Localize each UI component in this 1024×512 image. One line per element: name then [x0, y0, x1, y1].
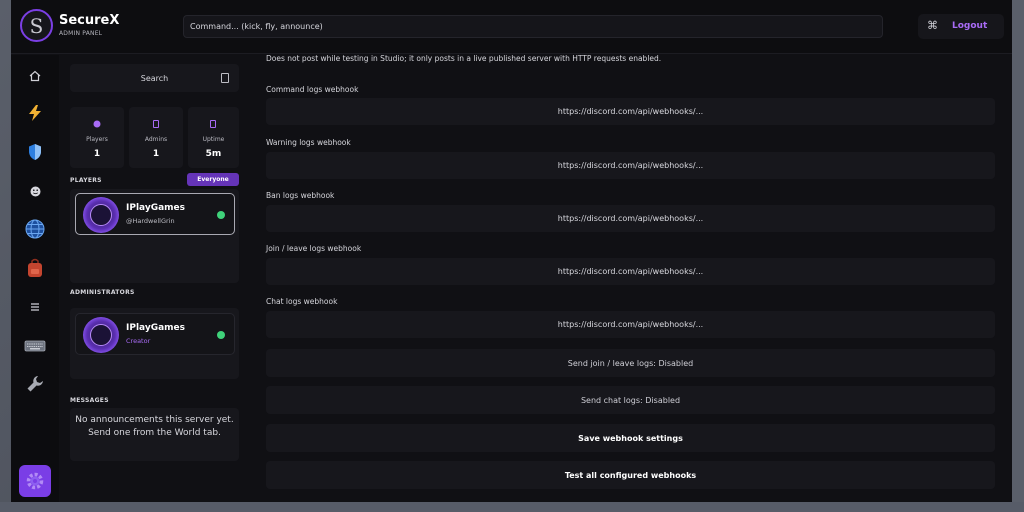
header-actions: ⌘ Logout	[918, 14, 1004, 39]
avatar	[83, 197, 119, 233]
backpack-icon[interactable]	[22, 255, 48, 281]
command-input[interactable]	[183, 15, 883, 38]
search-input[interactable]	[70, 64, 239, 92]
test-webhooks-button[interactable]: Test all configured webhooks	[266, 461, 995, 489]
smiley-icon[interactable]	[22, 178, 48, 204]
players-section-label: PLAYERS	[70, 177, 102, 184]
logo-icon: S	[20, 9, 53, 42]
home-icon[interactable]	[22, 63, 48, 89]
join-leave-logs-label: Join / leave logs webhook	[266, 244, 362, 253]
brand-subtitle: ADMIN PANEL	[59, 30, 103, 37]
admin-name: IPlayGames	[126, 323, 185, 333]
command-logs-webhook-input[interactable]	[266, 98, 995, 125]
lightning-icon[interactable]	[22, 100, 48, 126]
chat-logs-label: Chat logs webhook	[266, 297, 338, 306]
join-leave-logs-toggle[interactable]: Send join / leave logs: Disabled	[266, 349, 995, 377]
join-leave-logs-webhook-input[interactable]	[266, 258, 995, 285]
webhook-description: Does not post while testing in Studio; i…	[266, 54, 662, 63]
ban-logs-label: Ban logs webhook	[266, 191, 335, 200]
stat-value: 1	[93, 149, 101, 159]
background-scene	[1012, 0, 1024, 512]
stat-label: Players	[86, 136, 108, 143]
uptime-square-icon	[210, 120, 216, 128]
everyone-filter-button[interactable]: Everyone	[187, 173, 239, 186]
search-toggle-icon[interactable]	[221, 73, 229, 83]
player-name: IPlayGames	[126, 203, 185, 213]
messages-section-label: MESSAGES	[70, 397, 109, 404]
online-status-icon	[217, 331, 225, 339]
logout-button[interactable]: Logout	[952, 21, 987, 31]
admin-card[interactable]: IPlayGames Creator	[75, 313, 235, 355]
ban-logs-webhook-input[interactable]	[266, 205, 995, 232]
administrators-section-label: ADMINISTRATORS	[70, 289, 135, 296]
background-scene-bottom	[0, 502, 1024, 512]
admin-role: Creator	[126, 337, 151, 345]
chat-logs-webhook-input[interactable]	[266, 311, 995, 338]
stat-value: 5m	[205, 149, 222, 159]
players-dot-icon	[93, 120, 101, 128]
warning-logs-webhook-input[interactable]	[266, 152, 995, 179]
stat-admins: Admins 1	[129, 107, 183, 168]
stat-players: Players 1	[70, 107, 124, 168]
chat-logs-toggle[interactable]: Send chat logs: Disabled	[266, 386, 995, 414]
webhook-settings: Does not post while testing in Studio; i…	[266, 40, 996, 502]
online-status-icon	[217, 211, 225, 219]
list-icon[interactable]	[22, 294, 48, 320]
command-key-icon[interactable]: ⌘	[927, 19, 938, 32]
save-webhook-settings-button[interactable]: Save webhook settings	[266, 424, 995, 452]
stat-label: Admins	[144, 136, 168, 143]
player-card[interactable]: IPlayGames @HardwellGrin	[75, 193, 235, 235]
settings-gear-button[interactable]	[19, 465, 51, 497]
globe-icon[interactable]	[22, 216, 48, 242]
player-handle: @HardwellGrin	[126, 217, 175, 225]
sidebar-rail	[11, 55, 59, 502]
keyboard-icon[interactable]	[22, 333, 48, 359]
warning-logs-label: Warning logs webhook	[266, 138, 351, 147]
command-logs-label: Command logs webhook	[266, 85, 359, 94]
stat-uptime: Uptime 5m	[188, 107, 239, 168]
brand-title: SecureX	[59, 13, 120, 28]
wrench-icon[interactable]	[22, 371, 48, 397]
stat-label: Uptime	[202, 136, 225, 143]
messages-empty-text: No announcements this server yet. Send o…	[70, 408, 239, 461]
gear-icon	[26, 472, 44, 490]
shield-icon[interactable]	[22, 139, 48, 165]
avatar	[83, 317, 119, 353]
admin-panel: S SecureX ADMIN PANEL ⌘ Logout	[11, 0, 1012, 502]
admins-square-icon	[153, 120, 159, 128]
stat-value: 1	[152, 149, 160, 159]
